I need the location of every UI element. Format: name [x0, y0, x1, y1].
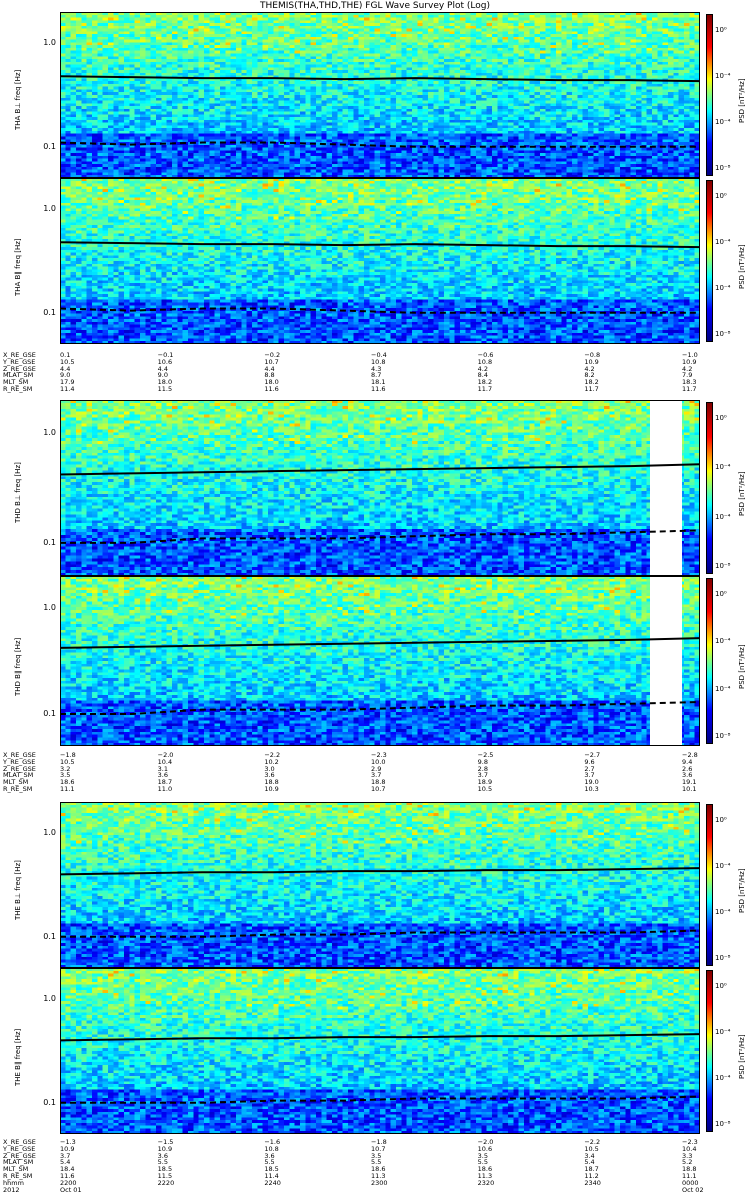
colorbar-tick-label: 10⁻⁸ [715, 1120, 731, 1128]
colorbar-tick-label: 10⁻⁴ [715, 1028, 731, 1036]
ephemeris-value: 10.3 [584, 785, 599, 793]
ephemeris-value: 11.5 [157, 385, 173, 393]
ephemeris-value: 11.6 [264, 385, 279, 393]
ephemeris-row-name: R_RE_SM [3, 785, 33, 793]
ephemeris-value: 11.7 [584, 385, 599, 393]
ephemeris-value: 11.4 [60, 385, 75, 393]
panel-frame [60, 968, 700, 1134]
freq-tick-label: 1.0 [43, 994, 56, 1004]
ephemeris-value: 2320 [477, 1178, 495, 1187]
colorbar [706, 970, 713, 1132]
colorbar-tick-label: 10⁻⁴ [715, 1074, 731, 1082]
ephemeris-row-name: 2012 [3, 1185, 20, 1194]
ephemeris-value: 2240 [264, 1178, 281, 1187]
ephemeris-value: 11.1 [60, 785, 75, 793]
freq-tick-label: 0.1 [43, 1097, 56, 1107]
ephemeris-value: 2300 [371, 1178, 388, 1187]
panel-ylabel: THE B∥ freq [Hz] [14, 1028, 22, 1086]
ephemeris-value: 11.7 [682, 385, 697, 393]
colorbar-tick-label: 10⁰ [715, 982, 727, 990]
ephemeris-value: 10.9 [264, 785, 279, 793]
ephemeris-value: 2340 [584, 1178, 601, 1187]
ephemeris-value: 2220 [157, 1178, 175, 1187]
ephemeris-value: 10.5 [477, 785, 493, 793]
ephemeris-value: 10.7 [371, 785, 386, 793]
ephemeris-value: Oct 02 [682, 1185, 704, 1194]
ephemeris-row-name: R_RE_SM [3, 385, 33, 393]
ephemeris-value: Oct 01 [60, 1185, 82, 1194]
ephemeris-value: 10.1 [682, 785, 697, 793]
ephemeris-value: 11.6 [371, 385, 386, 393]
ephemeris-value: 11.0 [157, 785, 173, 793]
ephemeris-value: 11.7 [477, 385, 493, 393]
colorbar-label: PSD [nT²/Hz] [738, 1034, 746, 1079]
